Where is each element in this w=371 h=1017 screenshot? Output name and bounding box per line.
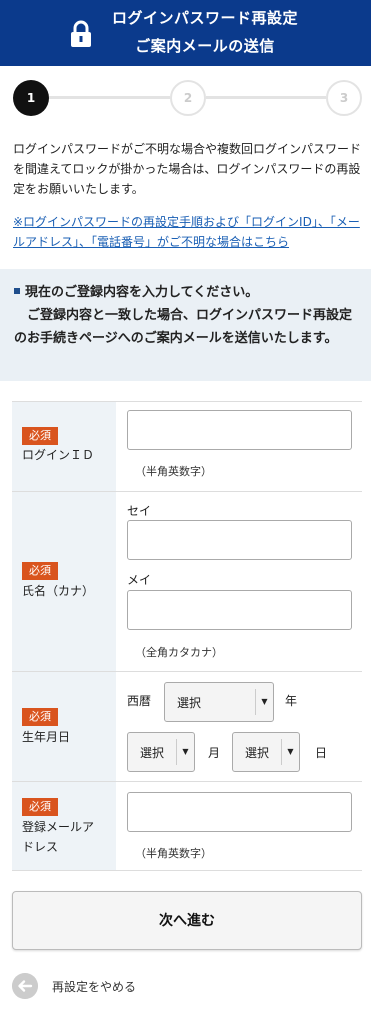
month-unit: 月 — [208, 746, 221, 760]
name-note: （全角カタカナ） — [135, 646, 223, 659]
month-select-value: 選択 — [140, 746, 165, 760]
name-label: 氏名（カナ） — [22, 584, 95, 598]
notice-box: 現在のご登録内容を入力してください。 ご登録内容と一致した場合、ログインパスワー… — [0, 269, 371, 381]
name-row: 必須 氏名（カナ） セイ メイ （全角カタカナ） — [12, 492, 362, 672]
chevron-down-icon: ▼ — [281, 739, 299, 765]
step-indicator: 1 2 3 — [0, 76, 371, 120]
required-badge: 必須 — [22, 427, 58, 445]
day-unit: 日 — [315, 746, 328, 760]
required-badge: 必須 — [22, 708, 58, 726]
day-select[interactable]: 選択 ▼ — [232, 732, 300, 772]
chevron-down-icon: ▼ — [176, 739, 194, 765]
month-select[interactable]: 選択 ▼ — [127, 732, 195, 772]
year-unit: 年 — [285, 694, 298, 708]
page-header: ログインパスワード再設定 ご案内メールの送信 — [0, 0, 371, 66]
mei-label: メイ — [127, 573, 152, 587]
page-title-line2: ご案内メールの送信 — [135, 37, 275, 55]
email-row: 必須 登録メールア ドレス （半角英数字） — [12, 782, 362, 871]
login-id-label: ログインＩＤ — [22, 448, 95, 462]
arrow-left-icon — [12, 973, 38, 999]
step-connector — [206, 96, 326, 99]
chevron-down-icon: ▼ — [255, 689, 273, 715]
required-badge: 必須 — [22, 562, 58, 580]
birthday-label: 生年月日 — [22, 730, 71, 744]
next-button[interactable]: 次へ進む — [12, 891, 362, 950]
step-1: 1 — [13, 80, 49, 116]
mei-input[interactable] — [127, 590, 352, 630]
login-id-row: 必須 ログインＩＤ （半角英数字） — [12, 402, 362, 492]
sei-label: セイ — [127, 504, 152, 518]
square-bullet-icon — [14, 287, 20, 294]
login-id-input[interactable] — [127, 410, 352, 450]
step-3: 3 — [326, 80, 362, 116]
help-link[interactable]: ※ログインパスワードの再設定手順および「ログインID」、「メールアドレス」、「電… — [13, 212, 365, 252]
sei-input[interactable] — [127, 520, 352, 560]
email-label-line2: ドレス — [22, 840, 59, 854]
email-label-cell: 必須 登録メールア ドレス — [12, 782, 116, 870]
year-select-value: 選択 — [177, 696, 202, 710]
step-2: 2 — [170, 80, 206, 116]
email-label-line1: 登録メールア — [22, 820, 95, 834]
name-label-cell: 必須 氏名（カナ） — [12, 492, 116, 671]
day-select-value: 選択 — [245, 746, 270, 760]
reset-form: 必須 ログインＩＤ （半角英数字） 必須 氏名（カナ） セイ メイ （全角カタカ… — [12, 401, 362, 871]
notice-line1: 現在のご登録内容を入力してください。 — [14, 281, 357, 304]
era-label: 西暦 — [127, 694, 152, 708]
step-connector — [49, 96, 170, 99]
birthday-label-cell: 必須 生年月日 — [12, 672, 116, 781]
login-id-label-cell: 必須 ログインＩＤ — [12, 402, 116, 491]
lock-icon — [71, 20, 91, 47]
notice-line2: ご登録内容と一致した場合、ログインパスワード再設定のお手続きページへのご案内メー… — [14, 308, 353, 346]
page-title-line1: ログインパスワード再設定 — [111, 9, 298, 27]
required-badge: 必須 — [22, 798, 58, 816]
intro-text: ログインパスワードがご不明な場合や複数回ログインパスワードを間違えてロックが掛か… — [13, 142, 362, 196]
email-note: （半角英数字） — [135, 847, 212, 860]
year-select[interactable]: 選択 ▼ — [164, 682, 274, 722]
cancel-reset-label: 再設定をやめる — [52, 980, 137, 994]
login-id-note: （半角英数字） — [135, 465, 212, 478]
birthday-row: 必須 生年月日 西暦 選択 ▼ 年 選択 ▼ 月 選択 ▼ 日 — [12, 672, 362, 782]
email-input[interactable] — [127, 792, 352, 832]
